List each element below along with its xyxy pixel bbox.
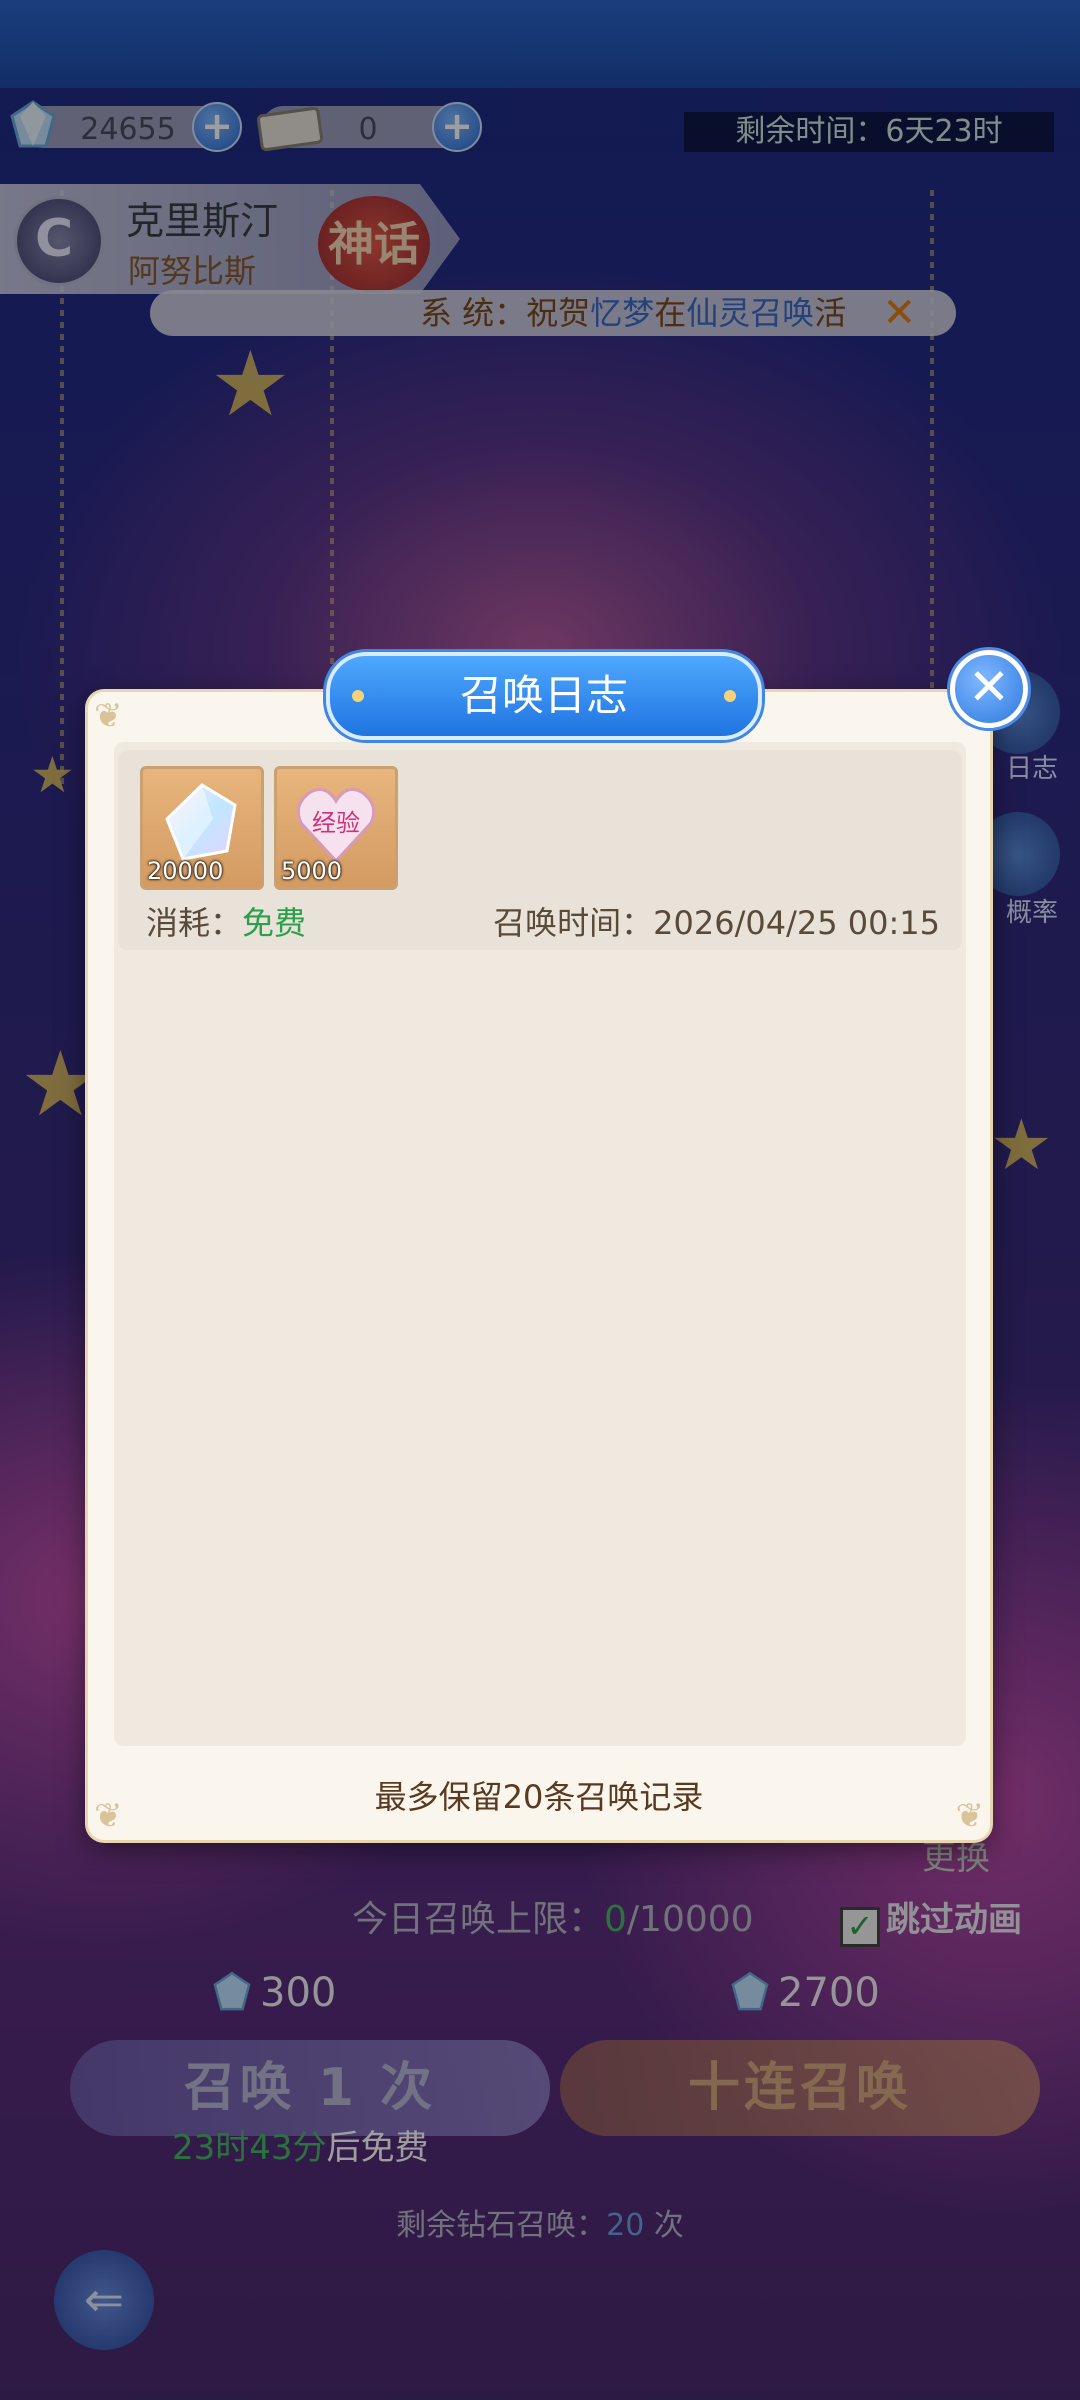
footer-note: 最多保留20条召唤记录 <box>374 1778 704 1816</box>
item-quantity: 20000 <box>147 857 224 885</box>
corner-ornament-icon: ❦ <box>94 696 123 736</box>
log-record: 20000 经验 5000 消耗：免费 召唤时间：2026/04/25 00:1… <box>118 750 962 950</box>
title-ornament-icon <box>724 690 736 702</box>
close-dialog-button[interactable]: ✕ <box>950 650 1028 728</box>
reward-item-exp[interactable]: 经验 5000 <box>274 766 398 890</box>
title-ornament-icon <box>352 690 364 702</box>
svg-text:经验: 经验 <box>312 809 360 837</box>
item-quantity: 5000 <box>281 857 343 885</box>
dialog-title: 召唤日志 <box>326 652 762 740</box>
exp-heart-icon: 经验 <box>296 787 376 864</box>
summon-log-dialog: ❦ ❦ ❦ ❦ 20000 经验 5000 消耗：免费 召唤 <box>88 652 990 1840</box>
consume-info: 消耗：免费 <box>146 904 307 942</box>
reward-item-crystal[interactable]: 20000 <box>140 766 264 890</box>
summon-time: 召唤时间：2026/04/25 00:15 <box>493 904 940 942</box>
crystal-icon <box>165 783 237 861</box>
close-icon: ✕ <box>968 658 1010 716</box>
